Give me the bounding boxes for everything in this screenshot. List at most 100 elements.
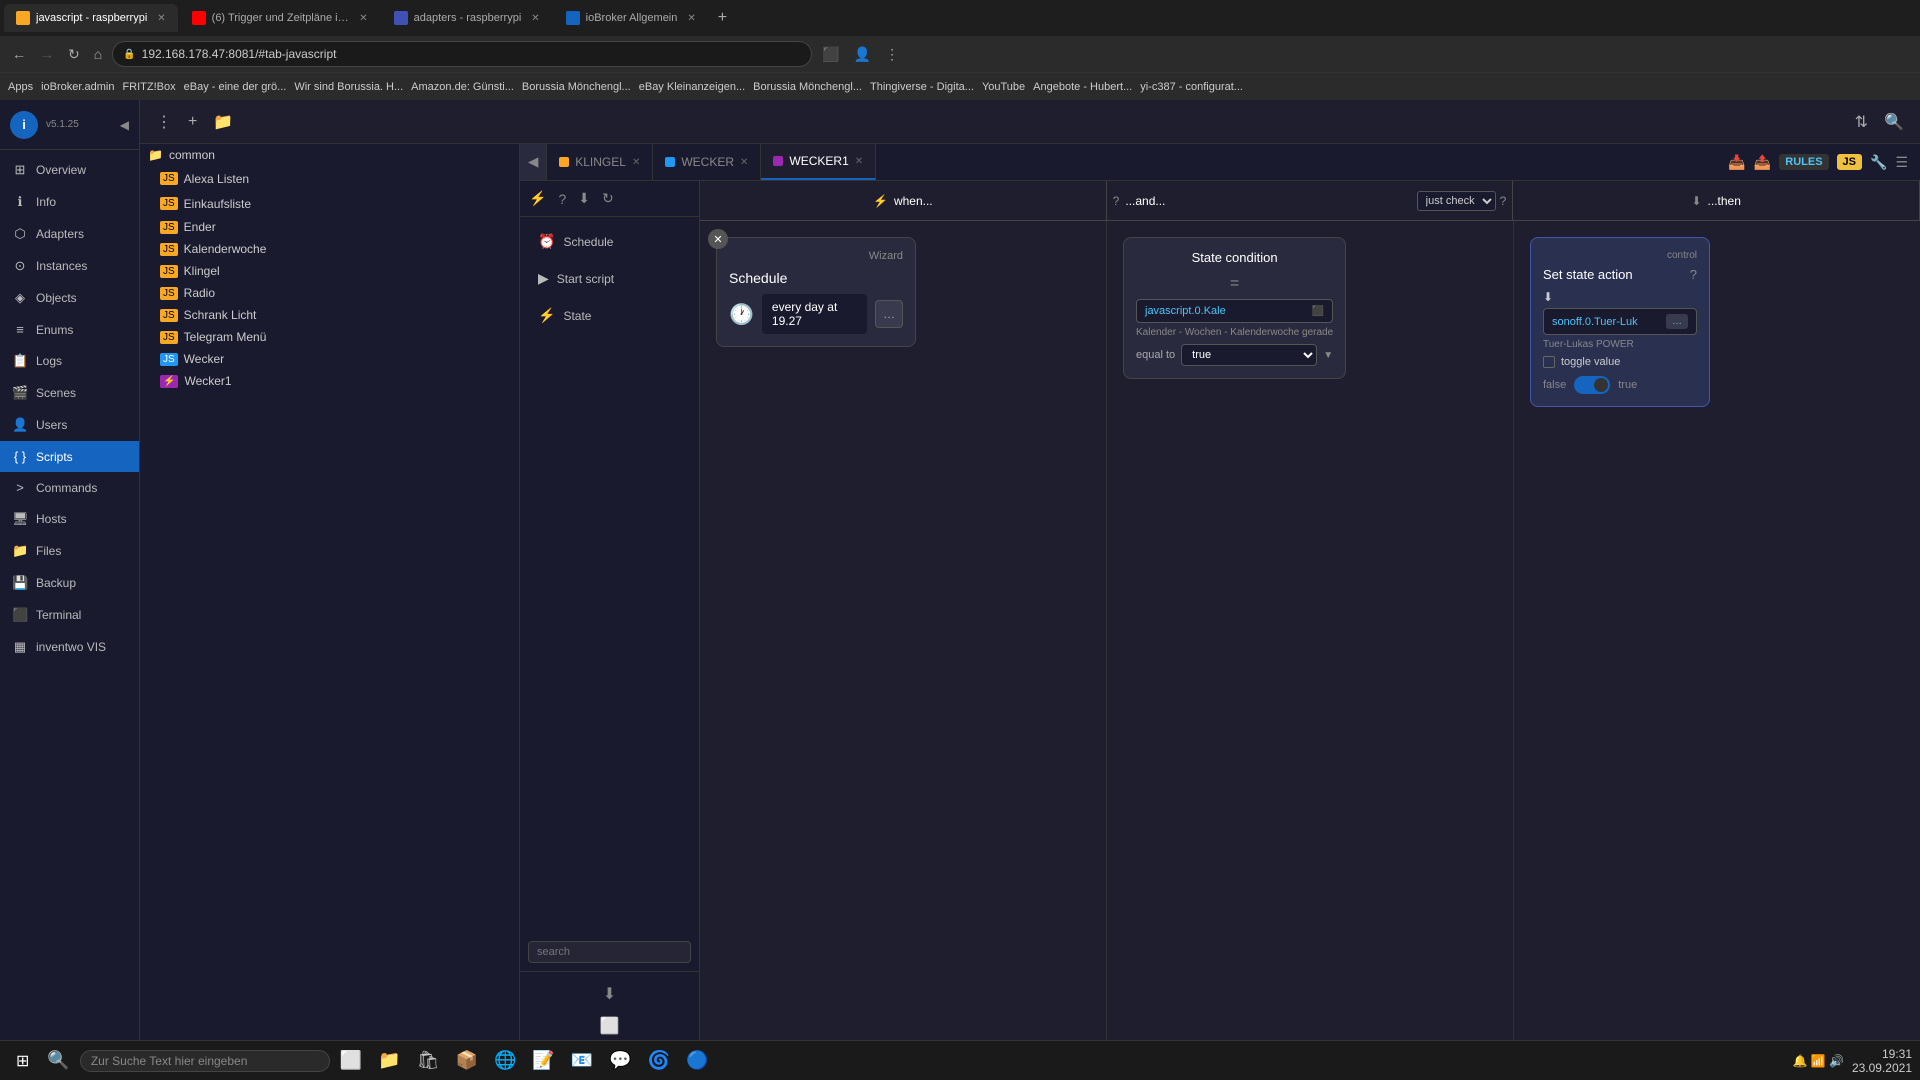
trigger-tab-button[interactable]: ⚡ [526, 187, 549, 210]
sidebar-item-inventwo[interactable]: ▦ inventwo VIS [0, 631, 139, 663]
tab-iobroker[interactable]: ioBroker Allgemein ✕ [554, 4, 708, 32]
blockly-search-input[interactable] [528, 941, 691, 963]
bookmark-amazon[interactable]: Amazon.de: Günsti... [411, 81, 514, 93]
wecker1-tab-close[interactable]: ✕ [855, 156, 863, 167]
taskbar-edge-button[interactable]: 🌐 [488, 1046, 522, 1075]
export-einkauf-button[interactable]: ↗ [496, 195, 511, 212]
toggle-switch[interactable] [1574, 376, 1610, 394]
help-tab-button[interactable]: ? [555, 188, 569, 210]
equal-to-select[interactable]: true [1181, 344, 1317, 366]
export-alexa-button[interactable]: ↗ [482, 170, 497, 187]
file-telegram[interactable]: JS Telegram Menü [140, 326, 519, 348]
bookmark-fritz[interactable]: FRITZ!Box [122, 81, 175, 93]
blockly-schedule-item[interactable]: ⏰ Schedule [528, 225, 691, 258]
sidebar-item-scripts[interactable]: { } Scripts [0, 441, 139, 472]
extensions-button[interactable]: ⬛ [818, 42, 843, 67]
download-tab-button[interactable]: ⬇ [575, 187, 593, 210]
tab-klingel[interactable]: KLINGEL ✕ [547, 144, 653, 180]
klingel-tab-close[interactable]: ✕ [632, 157, 640, 168]
add-folder-button[interactable]: 📁 [209, 108, 237, 136]
tab-close-3[interactable]: ✕ [531, 13, 539, 24]
tab-wecker1[interactable]: WECKER1 ✕ [761, 144, 876, 180]
sidebar-item-files[interactable]: 📁 Files [0, 535, 139, 567]
condition-state-input[interactable]: javascript.0.Kale ⬛ [1136, 299, 1333, 323]
sidebar-item-hosts[interactable]: 🖥 Hosts [0, 503, 139, 535]
bookmark-hubert[interactable]: Angebote - Hubert... [1033, 81, 1132, 93]
home-button[interactable]: ⌂ [90, 42, 106, 66]
taskbar-amazon-button[interactable]: 📦 [450, 1046, 484, 1075]
bookmark-iobroker[interactable]: ioBroker.admin [41, 81, 114, 93]
sidebar-item-users[interactable]: 👤 Users [0, 409, 139, 441]
add-script-button[interactable]: + [184, 109, 201, 135]
sidebar-item-terminal[interactable]: ⬛ Terminal [0, 599, 139, 631]
sidebar-item-instances[interactable]: ⊙ Instances [0, 250, 139, 282]
bookmark-ebay[interactable]: eBay - eine der grö... [184, 81, 287, 93]
sidebar-item-enums[interactable]: ≡ Enums [0, 314, 139, 345]
rules-badge[interactable]: RULES [1779, 154, 1828, 170]
forward-button[interactable]: → [36, 42, 58, 66]
tab-close-1[interactable]: ✕ [157, 13, 165, 24]
action-help-icon[interactable]: ? [1690, 267, 1697, 282]
bookmark-borussia3[interactable]: Borussia Mönchengl... [753, 81, 862, 93]
more-options-button[interactable]: ⋮ [152, 108, 176, 136]
sidebar-item-adapters[interactable]: ⬡ Adapters [0, 218, 139, 250]
bookmark-borussia1[interactable]: Wir sind Borussia. H... [294, 81, 403, 93]
run-alexa-button[interactable]: ▶ [439, 170, 453, 187]
tab-wecker[interactable]: WECKER ✕ [653, 144, 761, 180]
file-alexa[interactable]: JS Alexa Listen ▶ 🗑 ↗ [140, 166, 519, 191]
blockly-back-button[interactable]: ◀ [520, 144, 547, 180]
address-bar[interactable]: 🔒 192.168.178.47:8081/#tab-javascript [112, 41, 812, 67]
action-state-input[interactable]: sonoff.0.Tuer-Luk … [1543, 308, 1697, 335]
bookmark-thingiverse[interactable]: Thingiverse - Digita... [870, 81, 974, 93]
search-scripts-button[interactable]: 🔍 [1880, 108, 1908, 136]
settings-button[interactable]: 🔧 [1870, 154, 1887, 171]
file-klingel[interactable]: JS Klingel [140, 260, 519, 282]
tab-adapters[interactable]: adapters - raspberrypi ✕ [382, 4, 552, 32]
sidebar-item-info[interactable]: ℹ Info [0, 186, 139, 218]
new-tab-button[interactable]: + [710, 9, 735, 27]
sidebar-item-objects[interactable]: ◈ Objects [0, 282, 139, 314]
taskbar-chrome-button[interactable]: 🌀 [642, 1046, 676, 1075]
layers-icon-button[interactable]: ⬜ [526, 1012, 693, 1040]
toggle-checkbox-icon[interactable] [1543, 356, 1555, 368]
delete-alexa-button[interactable]: 🗑 [458, 170, 478, 187]
schedule-options-button[interactable]: … [875, 300, 903, 328]
bookmark-apps[interactable]: Apps [8, 81, 33, 93]
export-button[interactable]: 📤 [1754, 154, 1771, 171]
tab-close-2[interactable]: ✕ [359, 13, 367, 24]
taskbar-outlook-button[interactable]: 📧 [565, 1046, 599, 1075]
sidebar-item-overview[interactable]: ⊞ Overview [0, 154, 139, 186]
refresh-blockly-button[interactable]: ↻ [599, 187, 617, 210]
schedule-time-display[interactable]: every day at 19.27 [762, 294, 867, 334]
bookmark-kleinanzeigen[interactable]: eBay Kleinanzeigen... [639, 81, 745, 93]
file-einkauf[interactable]: JS Einkaufsliste ▶ 🗑 ↗ [140, 191, 519, 216]
taskbar-search-button[interactable]: 🔍 [41, 1046, 75, 1075]
bookmark-borussia2[interactable]: Borussia Mönchengl... [522, 81, 631, 93]
bookmark-yi[interactable]: yi-c387 - configurat... [1140, 81, 1243, 93]
run-einkauf-button[interactable]: ▶ [453, 195, 467, 212]
tab-youtube[interactable]: (6) Trigger und Zeitpläne im ioB... ✕ [180, 4, 380, 32]
check-type-select[interactable]: just check [1417, 191, 1496, 211]
tab-close-4[interactable]: ✕ [687, 13, 695, 24]
sidebar-item-logs[interactable]: 📋 Logs [0, 345, 139, 377]
profile-button[interactable]: 👤 [850, 42, 875, 67]
file-ender[interactable]: JS Ender [140, 216, 519, 238]
refresh-button[interactable]: ↻ [64, 42, 84, 67]
taskbar-teams-button[interactable]: 💬 [603, 1046, 637, 1075]
file-wecker1[interactable]: ⚡ Wecker1 [140, 370, 519, 392]
file-kalenderwoche[interactable]: JS Kalenderwoche [140, 238, 519, 260]
sidebar-collapse-button[interactable]: ◀ [120, 118, 129, 132]
dismiss-schedule-button[interactable]: ✕ [708, 229, 728, 249]
file-schrank[interactable]: JS Schrank Licht [140, 304, 519, 326]
import-button[interactable]: 📥 [1728, 154, 1745, 171]
wecker-tab-close[interactable]: ✕ [740, 157, 748, 168]
taskbar-file-button[interactable]: 📁 [372, 1046, 406, 1075]
taskbar-word-button[interactable]: 📝 [526, 1046, 560, 1075]
blockly-startscript-item[interactable]: ▶ Start script [528, 262, 691, 295]
sidebar-item-commands[interactable]: > Commands [0, 472, 139, 503]
folder-common[interactable]: 📁 common [140, 144, 519, 166]
file-wecker[interactable]: JS Wecker [140, 348, 519, 370]
taskbar-iobroker-button[interactable]: 🔵 [680, 1046, 714, 1075]
tab-javascript[interactable]: javascript - raspberrypi ✕ [4, 4, 178, 32]
js-badge[interactable]: JS [1837, 154, 1862, 170]
